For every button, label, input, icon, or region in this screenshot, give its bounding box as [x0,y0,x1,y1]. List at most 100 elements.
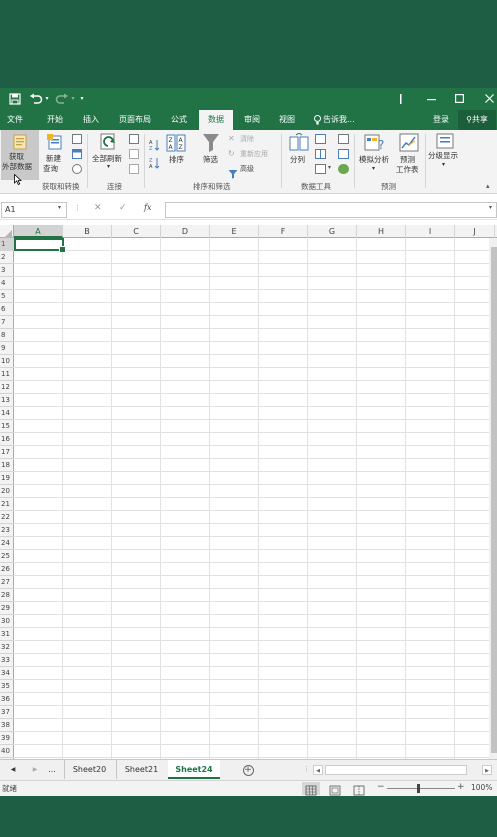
more-sheets-button[interactable]: ... [44,760,60,779]
tab-formulas[interactable]: 公式 [164,110,194,130]
expand-formula-bar-icon[interactable]: ▾ [489,204,492,211]
row-header-11[interactable]: 11 [0,368,14,381]
column-header-e[interactable]: E [210,225,259,238]
active-cell-a1[interactable] [14,238,66,253]
formula-input[interactable] [165,202,497,218]
advanced-filter-label[interactable]: 高级 [240,164,254,174]
undo-dropdown-icon[interactable]: ▾ [44,91,50,107]
save-icon[interactable] [8,91,22,107]
filter-button[interactable]: 筛选 [199,130,223,180]
forecast-sheet-button[interactable]: 预测 工作表 [394,130,424,180]
data-validation-icon[interactable] [315,164,326,174]
sort-button[interactable]: ZAAZ 排序 [164,130,188,180]
row-header-12[interactable]: 12 [0,381,14,394]
row-header-14[interactable]: 14 [0,407,14,420]
undo-icon[interactable] [28,91,44,107]
normal-view-button[interactable] [302,782,320,796]
row-header-2[interactable]: 2 [0,251,14,264]
name-box-dropdown-icon[interactable]: ▾ [58,204,61,211]
recent-sources-icon[interactable] [72,164,82,174]
row-header-30[interactable]: 30 [0,615,14,628]
relationships-icon[interactable] [338,149,349,159]
row-header-6[interactable]: 6 [0,303,14,316]
row-header-28[interactable]: 28 [0,589,14,602]
from-table-icon[interactable] [72,149,82,159]
row-header-40[interactable]: 40 [0,745,14,758]
text-to-columns-button[interactable]: 分列 [286,130,312,180]
outline-button[interactable]: 分级显示 ▾ [427,130,463,180]
zoom-out-button[interactable]: − [377,782,385,792]
row-header-35[interactable]: 35 [0,680,14,693]
row-header-26[interactable]: 26 [0,563,14,576]
advanced-filter-icon[interactable] [228,164,238,179]
sheet-tab-sheet24[interactable]: Sheet24 [168,760,220,779]
row-header-15[interactable]: 15 [0,420,14,433]
hscroll-right-button[interactable]: ▶ [482,765,492,775]
row-header-16[interactable]: 16 [0,433,14,446]
row-header-27[interactable]: 27 [0,576,14,589]
tab-split-grip-icon[interactable]: ⋮ [303,765,310,773]
page-layout-view-button[interactable] [326,782,344,796]
row-header-20[interactable]: 20 [0,485,14,498]
maximize-icon[interactable] [452,91,466,107]
row-header-38[interactable]: 38 [0,719,14,732]
remove-duplicates-icon[interactable] [315,149,326,159]
close-icon[interactable] [482,91,496,107]
tab-data[interactable]: 数据 [199,110,233,130]
tab-page-layout[interactable]: 页面布局 [114,110,156,130]
row-header-1[interactable]: 1 [0,238,14,251]
sheet-tab-sheet21[interactable]: Sheet21 [116,760,166,779]
sign-in-link[interactable]: 登录 [428,110,454,130]
insert-function-button[interactable]: fx [144,203,151,212]
column-header-j[interactable]: J [455,225,495,238]
tab-review[interactable]: 审阅 [237,110,267,130]
manage-data-model-icon[interactable] [338,164,349,174]
row-header-22[interactable]: 22 [0,511,14,524]
tell-me-icon[interactable] [312,110,322,130]
refresh-all-button[interactable]: 全部刷新 ▾ [91,130,127,180]
sheet-tab-sheet20[interactable]: Sheet20 [64,760,114,779]
row-header-32[interactable]: 32 [0,641,14,654]
zoom-level[interactable]: 100% [471,783,492,792]
row-header-3[interactable]: 3 [0,264,14,277]
row-header-10[interactable]: 10 [0,355,14,368]
connections-icon[interactable] [129,134,139,144]
select-all-button[interactable] [0,225,14,238]
column-header-h[interactable]: H [357,225,406,238]
tab-file[interactable]: 文件 [0,110,30,130]
column-header-f[interactable]: F [259,225,308,238]
tab-view[interactable]: 视图 [272,110,302,130]
sheet-prev-button[interactable]: ◀ [6,760,20,779]
consolidate-icon[interactable] [338,134,349,144]
row-header-34[interactable]: 34 [0,667,14,680]
column-header-g[interactable]: G [308,225,357,238]
tab-insert[interactable]: 插入 [76,110,106,130]
row-header-39[interactable]: 39 [0,732,14,745]
row-header-24[interactable]: 24 [0,537,14,550]
vertical-scroll-thumb[interactable] [491,247,497,753]
sort-descending-icon[interactable]: ZA [149,154,160,170]
cell-area[interactable] [14,238,497,766]
tab-tell-me[interactable]: 告诉我... [323,110,363,130]
hscroll-left-button[interactable]: ◀ [313,765,323,775]
row-header-5[interactable]: 5 [0,290,14,303]
row-header-9[interactable]: 9 [0,342,14,355]
zoom-slider[interactable] [387,788,455,789]
flash-fill-icon[interactable] [315,134,326,144]
row-header-33[interactable]: 33 [0,654,14,667]
row-header-23[interactable]: 23 [0,524,14,537]
tab-home[interactable]: 开始 [40,110,70,130]
customize-quick-access-icon[interactable]: ▾ [78,91,86,107]
zoom-in-button[interactable]: + [457,782,465,792]
new-query-button[interactable]: 新建 查询 [42,130,68,180]
row-header-29[interactable]: 29 [0,602,14,615]
column-header-d[interactable]: D [161,225,210,238]
sheet-next-button[interactable]: ▶ [28,760,42,779]
minimize-icon[interactable] [424,91,438,107]
horizontal-scrollbar[interactable] [325,765,467,775]
row-header-17[interactable]: 17 [0,446,14,459]
column-header-c[interactable]: C [112,225,161,238]
row-header-19[interactable]: 19 [0,472,14,485]
sort-ascending-icon[interactable]: AZ [149,136,160,152]
row-header-37[interactable]: 37 [0,706,14,719]
